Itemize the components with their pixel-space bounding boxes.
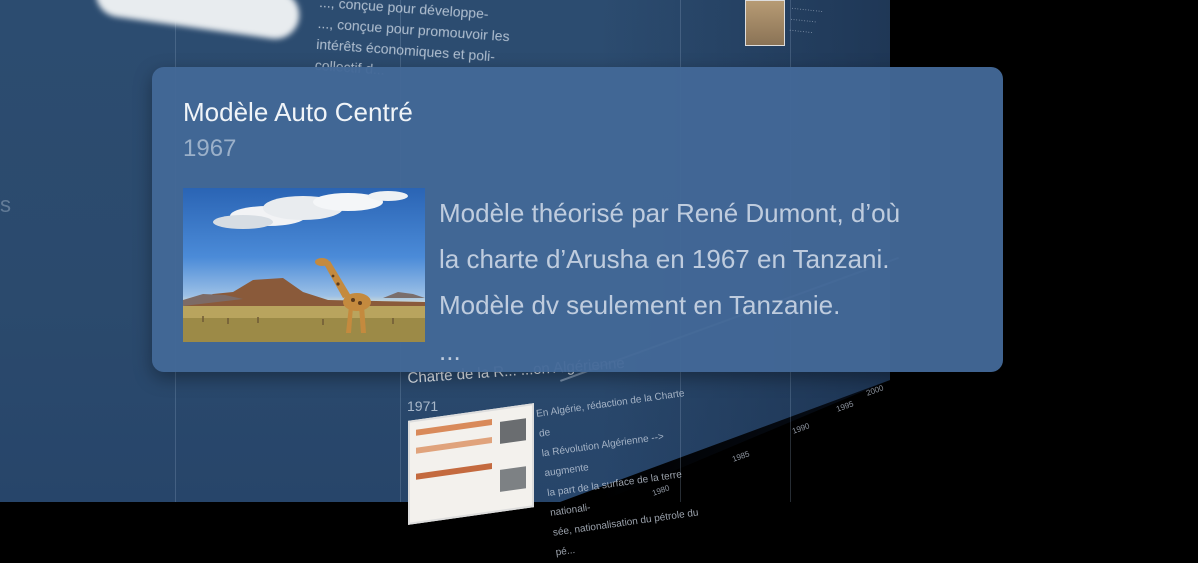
event-title: Modèle Auto Centré	[183, 97, 413, 127]
background-event-thumbnail	[408, 403, 534, 525]
background-event-snippet: ············ ·········· ·········	[788, 3, 824, 37]
background-event-description: En Algérie, rédaction de la Charte de la…	[535, 388, 700, 559]
background-event-year: 1971	[407, 398, 439, 414]
ghost-glyph: s	[0, 192, 11, 217]
event-year: 1967	[183, 135, 237, 162]
background-event-thumbnail[interactable]	[745, 0, 785, 46]
event-description: Modèle théorisé par René Dumont, d’où la…	[439, 198, 901, 366]
axis-tick-label: 1990	[790, 421, 811, 436]
axis-tick-label: 1985	[730, 449, 751, 464]
event-detail-popup[interactable]: Modèle Auto Centré 1967 Modèle théorisé …	[152, 67, 1003, 372]
event-image[interactable]	[183, 188, 425, 342]
